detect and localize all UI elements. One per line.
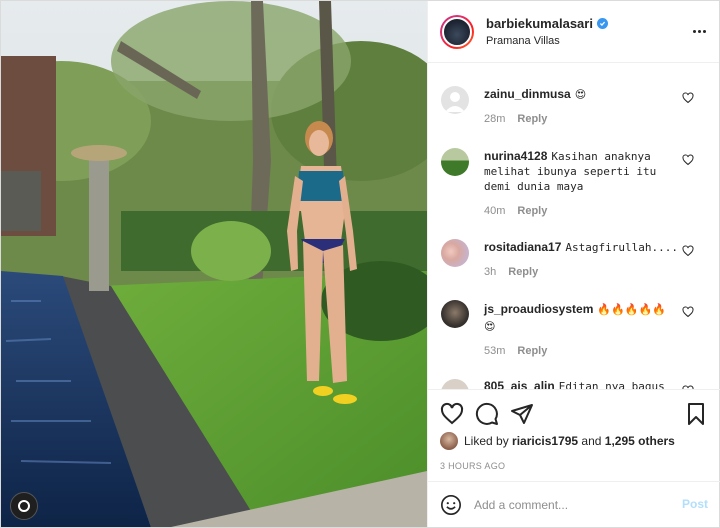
comment-username[interactable]: js_proaudiosystem bbox=[484, 302, 593, 316]
comment-time: 53m bbox=[484, 345, 506, 357]
post-comment-button[interactable]: Post bbox=[682, 497, 708, 511]
author-avatar[interactable] bbox=[440, 14, 474, 49]
more-options-icon[interactable] bbox=[691, 23, 707, 39]
likes-text: Liked by riaricis1795 and 1,295 others bbox=[464, 434, 675, 448]
add-comment-bar: Post bbox=[428, 481, 720, 527]
reply-button[interactable]: Reply bbox=[517, 345, 547, 357]
comment-text: 😍 bbox=[574, 88, 587, 101]
reply-button[interactable]: Reply bbox=[517, 113, 547, 125]
heart-icon[interactable] bbox=[440, 402, 464, 426]
reply-button[interactable]: Reply bbox=[517, 205, 547, 217]
user-tag-icon bbox=[18, 500, 30, 512]
comment-username[interactable]: 805_ais_alin bbox=[484, 379, 555, 389]
comment-time: 28m bbox=[484, 113, 506, 125]
liker-avatar bbox=[440, 432, 458, 450]
comment-time: 40m bbox=[484, 205, 506, 217]
comment-username[interactable]: zainu_dinmusa bbox=[484, 87, 571, 101]
tagged-users-button[interactable] bbox=[10, 492, 38, 520]
likes-count: 1,295 others bbox=[604, 434, 675, 448]
likes-summary[interactable]: Liked by riaricis1795 and 1,295 others bbox=[440, 432, 675, 450]
comment-text: Astagfirullah.... bbox=[565, 241, 678, 254]
comment-username[interactable]: rositadiana17 bbox=[484, 240, 561, 254]
post-timestamp[interactable]: 3 HOURS AGO bbox=[440, 461, 505, 471]
post-actions: Liked by riaricis1795 and 1,295 others 3… bbox=[428, 389, 720, 481]
reply-button[interactable]: Reply bbox=[508, 266, 538, 278]
post-header: barbiekumalasari Pramana Villas bbox=[428, 1, 719, 63]
post-location[interactable]: Pramana Villas bbox=[486, 35, 608, 47]
author-username[interactable]: barbiekumalasari bbox=[486, 16, 593, 31]
comment-time: 3h bbox=[484, 266, 497, 278]
comment-like-heart-icon[interactable] bbox=[682, 245, 694, 257]
emoji-icon[interactable] bbox=[440, 494, 462, 516]
commenter-avatar[interactable] bbox=[441, 148, 469, 176]
default-avatar-icon bbox=[445, 92, 465, 112]
comment-username[interactable]: nurina4128 bbox=[484, 149, 547, 163]
comment-text: Editan nya bagus bbox=[558, 380, 665, 389]
liker-username: riaricis1795 bbox=[512, 434, 579, 448]
post-side-panel: barbiekumalasari Pramana Villas zainu_di… bbox=[427, 1, 720, 527]
share-plane-icon[interactable] bbox=[510, 402, 534, 426]
commenter-avatar[interactable] bbox=[441, 86, 469, 114]
verified-badge-icon bbox=[596, 18, 608, 29]
post-photo[interactable] bbox=[1, 1, 427, 527]
commenter-avatar[interactable] bbox=[441, 379, 469, 389]
comment-input[interactable] bbox=[474, 494, 664, 516]
bookmark-icon[interactable] bbox=[684, 402, 708, 426]
comment-like-heart-icon[interactable] bbox=[682, 154, 694, 166]
commenter-avatar[interactable] bbox=[441, 239, 469, 267]
commenter-avatar[interactable] bbox=[441, 300, 469, 328]
comment-like-heart-icon[interactable] bbox=[682, 306, 694, 318]
comments-list[interactable]: zainu_dinmusa 😍 28m Reply nurina4128 Kasih… bbox=[428, 64, 720, 389]
comment-bubble-icon[interactable] bbox=[475, 402, 499, 426]
comment-like-heart-icon[interactable] bbox=[682, 92, 694, 104]
